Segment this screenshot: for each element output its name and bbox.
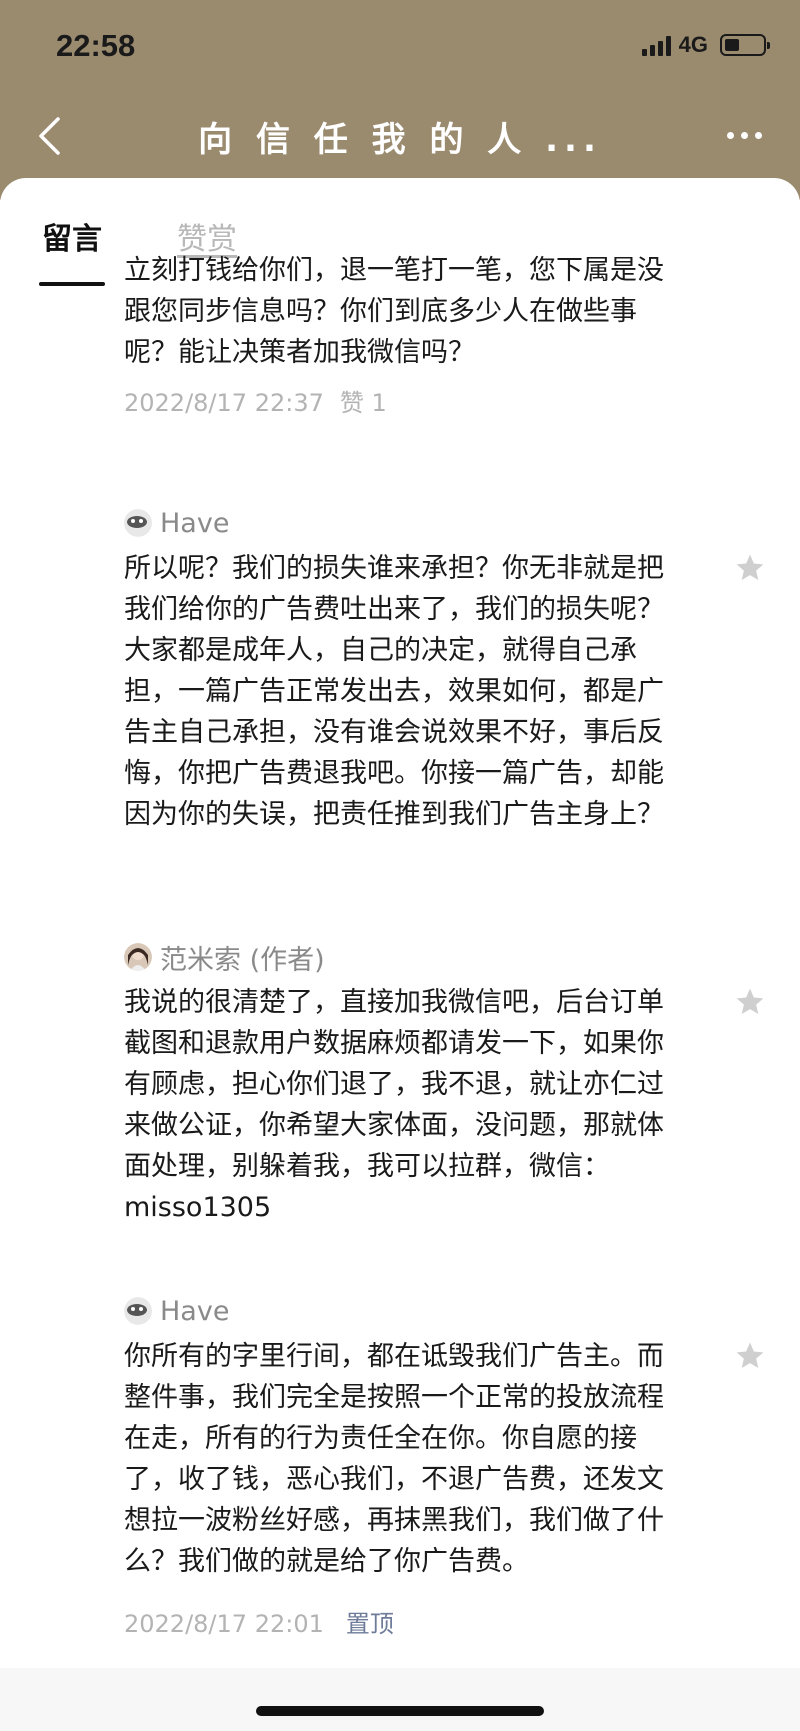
avatar (124, 1297, 152, 1325)
signal-icon (641, 34, 671, 56)
comments-panel: 留言 赞赏 立刻打钱给你们，退一笔打一笔，您下属是没跟您同步信息吗？你们到底多少… (0, 178, 800, 1668)
comment-item: Have 你所有的字里行间，都在诋毁我们广告主。而整件事，我们完全是按照一个正常… (124, 1294, 664, 1639)
comment-text: 所以呢？我们的损失谁来承担？你无非就是把我们给你的广告费吐出来了，我们的损失呢？… (124, 553, 664, 830)
comment-text: 我说的很清楚了，直接加我微信吧，后台订单截图和退款用户数据麻烦都请发一下，如果你… (124, 987, 664, 1223)
avatar (124, 943, 152, 971)
comment-item: Have 所以呢？我们的损失谁来承担？你无非就是把我们给你的广告费吐出来了，我们… (124, 506, 664, 835)
comment-meta: 2022/8/17 22:01 置顶 (124, 1604, 664, 1639)
star-icon[interactable] (734, 986, 766, 1018)
avatar (124, 509, 152, 537)
comment-date: 2022/8/17 22:37 (124, 389, 324, 417)
author-name[interactable]: Have (160, 1296, 229, 1327)
bottom-bar (0, 1668, 800, 1731)
comment-author: 范米索 (作者) (124, 938, 664, 977)
home-indicator[interactable] (256, 1706, 544, 1716)
star-icon[interactable] (734, 552, 766, 584)
comment-meta: 2022/8/17 22:37 赞 1 (124, 383, 664, 418)
page-title: 向 信 任 我 的 人 ... (198, 120, 602, 160)
more-options-icon[interactable] (727, 132, 762, 139)
comment-item: 范米索 (作者) 我说的很清楚了，直接加我微信吧，后台订单截图和退款用户数据麻烦… (124, 940, 664, 1228)
like-count[interactable]: 赞 1 (340, 389, 387, 417)
comment-text: 立刻打钱给你们，退一笔打一笔，您下属是没跟您同步信息吗？你们到底多少人在做些事呢… (124, 255, 664, 368)
status-time: 22:58 (56, 28, 136, 63)
comment-author: Have (124, 1294, 664, 1328)
comment-item: 立刻打钱给你们，退一笔打一笔，您下属是没跟您同步信息吗？你们到底多少人在做些事呢… (124, 250, 664, 418)
status-icons: 4G (641, 32, 770, 58)
star-icon[interactable] (734, 1340, 766, 1372)
pin-button[interactable]: 置顶 (346, 1610, 394, 1638)
active-tab-indicator (39, 282, 105, 286)
comment-date: 2022/8/17 22:01 (124, 1610, 324, 1638)
author-name[interactable]: Have (160, 508, 229, 539)
tab-comments[interactable]: 留言 (42, 214, 102, 258)
comment-text: 你所有的字里行间，都在诋毁我们广告主。而整件事，我们完全是按照一个正常的投放流程… (124, 1341, 664, 1577)
battery-icon (720, 34, 770, 56)
network-type: 4G (678, 32, 708, 57)
author-name[interactable]: 范米索 (作者) (160, 938, 325, 977)
comment-author: Have (124, 506, 664, 540)
